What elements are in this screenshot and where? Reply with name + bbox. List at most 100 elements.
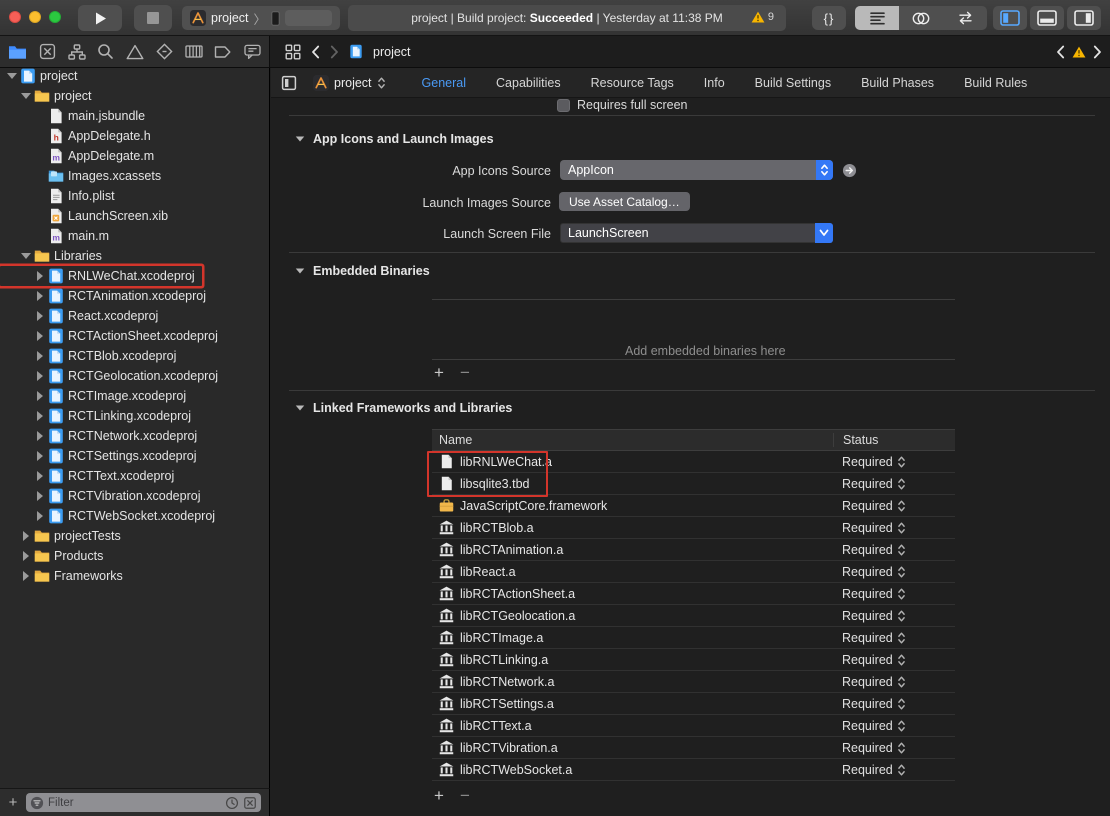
sidebar-item-rctvibration-xcodeproj[interactable]: RCTVibration.xcodeproj (0, 486, 269, 506)
sidebar-item-project[interactable]: project (0, 68, 269, 86)
sidebar-item-rctactionsheet-xcodeproj[interactable]: RCTActionSheet.xcodeproj (0, 326, 269, 346)
status-popup[interactable]: Required (833, 543, 955, 557)
app-icons-source-popup[interactable]: AppIcon (560, 160, 833, 180)
disclosure-triangle-icon[interactable] (34, 331, 46, 341)
minimize-window-button[interactable] (29, 11, 41, 23)
scheme-selector[interactable]: project 〉 (182, 6, 340, 30)
related-items-icon[interactable] (285, 44, 301, 60)
disclosure-triangle-icon[interactable] (34, 391, 46, 401)
tab-build-settings[interactable]: Build Settings (755, 76, 831, 90)
sidebar-item-projecttests[interactable]: projectTests (0, 526, 269, 546)
disclosure-triangle-icon[interactable] (20, 551, 32, 561)
next-issue-button[interactable] (1093, 45, 1102, 59)
status-popup[interactable]: Required (833, 587, 955, 601)
disclosure-triangle-icon[interactable] (295, 405, 305, 411)
code-snippets-button[interactable]: {} (812, 6, 846, 30)
zoom-window-button[interactable] (49, 11, 61, 23)
status-popup[interactable]: Required (833, 521, 955, 535)
sidebar-item-main-m[interactable]: m main.m (0, 226, 269, 246)
status-popup[interactable]: Required (833, 565, 955, 579)
close-window-button[interactable] (9, 11, 21, 23)
symbol-navigator-icon[interactable] (67, 43, 86, 60)
toggle-inspector-button[interactable] (1067, 6, 1101, 30)
disclosure-triangle-icon[interactable] (20, 531, 32, 541)
disclosure-triangle-icon[interactable] (20, 253, 32, 259)
sidebar-item-rctlinking-xcodeproj[interactable]: RCTLinking.xcodeproj (0, 406, 269, 426)
warning-badge[interactable]: 9 (751, 11, 774, 23)
toggle-debug-area-button[interactable] (1030, 6, 1064, 30)
tab-build-phases[interactable]: Build Phases (861, 76, 934, 90)
sidebar-item-products[interactable]: Products (0, 546, 269, 566)
disclosure-triangle-icon[interactable] (295, 136, 305, 142)
status-popup[interactable]: Required (833, 499, 955, 513)
sidebar-item-libraries[interactable]: Libraries (0, 246, 269, 266)
disclosure-triangle-icon[interactable] (34, 411, 46, 421)
sidebar-item-images-xcassets[interactable]: Images.xcassets (0, 166, 269, 186)
disclosure-triangle-icon[interactable] (6, 73, 18, 79)
forward-button[interactable] (330, 45, 339, 59)
sidebar-item-rnlwechat-xcodeproj[interactable]: RNLWeChat.xcodeproj (0, 266, 269, 286)
status-popup[interactable]: Required (833, 763, 955, 777)
framework-row-librctgeolocation-a[interactable]: libRCTGeolocation.a Required (432, 605, 955, 627)
project-navigator-icon[interactable] (8, 44, 27, 60)
status-popup[interactable]: Required (833, 477, 955, 491)
sidebar-item-project[interactable]: project (0, 86, 269, 106)
disclosure-triangle-icon[interactable] (34, 371, 46, 381)
targets-sidebar-toggle[interactable] (281, 75, 297, 91)
find-navigator-icon[interactable] (97, 43, 114, 60)
disclosure-triangle-icon[interactable] (34, 471, 46, 481)
assistant-editor-button[interactable] (899, 6, 943, 30)
remove-linked-framework-button[interactable]: − (460, 786, 470, 806)
tab-resource-tags[interactable]: Resource Tags (591, 76, 674, 90)
test-navigator-icon[interactable] (156, 43, 173, 60)
requires-full-screen-checkbox[interactable] (557, 98, 570, 112)
filter-input[interactable] (48, 796, 221, 809)
status-popup[interactable]: Required (833, 653, 955, 667)
sidebar-item-rctblob-xcodeproj[interactable]: RCTBlob.xcodeproj (0, 346, 269, 366)
sidebar-item-appdelegate-m[interactable]: m AppDelegate.m (0, 146, 269, 166)
stop-button[interactable] (134, 5, 172, 31)
launch-screen-file-combo[interactable]: LaunchScreen (560, 223, 833, 243)
disclosure-triangle-icon[interactable] (34, 271, 46, 281)
status-popup[interactable]: Required (833, 697, 955, 711)
sidebar-item-main-jsbundle[interactable]: main.jsbundle (0, 106, 269, 126)
framework-row-librctactionsheet-a[interactable]: libRCTActionSheet.a Required (432, 583, 955, 605)
status-popup[interactable]: Required (833, 719, 955, 733)
framework-row-libsqlite3-tbd[interactable]: libsqlite3.tbd Required (432, 473, 955, 495)
section-embedded-binaries[interactable]: Embedded Binaries (295, 264, 430, 278)
sidebar-item-rcttext-xcodeproj[interactable]: RCTText.xcodeproj (0, 466, 269, 486)
disclosure-triangle-icon[interactable] (34, 491, 46, 501)
toggle-navigator-button[interactable] (993, 6, 1027, 30)
back-button[interactable] (311, 45, 320, 59)
add-embedded-binary-button[interactable]: + (434, 363, 444, 383)
section-app-icons[interactable]: App Icons and Launch Images (295, 132, 494, 146)
remove-embedded-binary-button[interactable]: − (460, 363, 470, 383)
sidebar-item-rctgeolocation-xcodeproj[interactable]: RCTGeolocation.xcodeproj (0, 366, 269, 386)
framework-row-librctnetwork-a[interactable]: libRCTNetwork.a Required (432, 671, 955, 693)
framework-row-librctblob-a[interactable]: libRCTBlob.a Required (432, 517, 955, 539)
disclosure-triangle-icon[interactable] (34, 311, 46, 321)
framework-row-librctlinking-a[interactable]: libRCTLinking.a Required (432, 649, 955, 671)
filter-field[interactable] (26, 793, 261, 812)
sidebar-item-rctanimation-xcodeproj[interactable]: RCTAnimation.xcodeproj (0, 286, 269, 306)
sidebar-item-rctimage-xcodeproj[interactable]: RCTImage.xcodeproj (0, 386, 269, 406)
disclosure-triangle-icon[interactable] (20, 93, 32, 99)
framework-row-librctimage-a[interactable]: libRCTImage.a Required (432, 627, 955, 649)
framework-row-librcttext-a[interactable]: libRCTText.a Required (432, 715, 955, 737)
add-linked-framework-button[interactable]: + (434, 786, 444, 806)
sidebar-item-launchscreen-xib[interactable]: LaunchScreen.xib (0, 206, 269, 226)
section-linked-frameworks[interactable]: Linked Frameworks and Libraries (295, 401, 512, 415)
breakpoint-navigator-icon[interactable] (214, 45, 232, 59)
disclosure-triangle-icon[interactable] (295, 268, 305, 274)
framework-row-libreact-a[interactable]: libReact.a Required (432, 561, 955, 583)
framework-row-librctanimation-a[interactable]: libRCTAnimation.a Required (432, 539, 955, 561)
sidebar-item-rctsettings-xcodeproj[interactable]: RCTSettings.xcodeproj (0, 446, 269, 466)
disclosure-triangle-icon[interactable] (34, 291, 46, 301)
report-navigator-icon[interactable] (244, 44, 261, 60)
framework-row-librctwebsocket-a[interactable]: libRCTWebSocket.a Required (432, 759, 955, 781)
disclosure-triangle-icon[interactable] (34, 451, 46, 461)
sidebar-item-rctwebsocket-xcodeproj[interactable]: RCTWebSocket.xcodeproj (0, 506, 269, 526)
sidebar-item-appdelegate-h[interactable]: h AppDelegate.h (0, 126, 269, 146)
sidebar-item-frameworks[interactable]: Frameworks (0, 566, 269, 586)
tab-build-rules[interactable]: Build Rules (964, 76, 1027, 90)
